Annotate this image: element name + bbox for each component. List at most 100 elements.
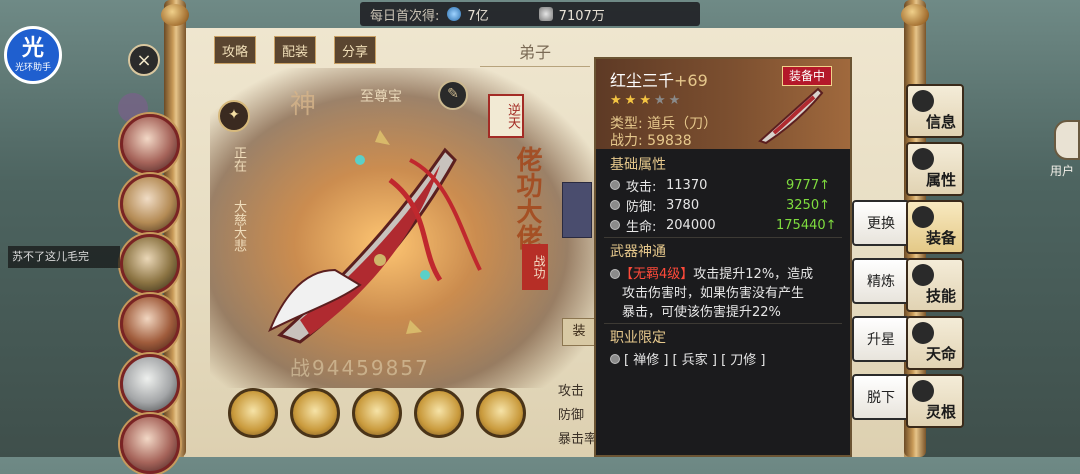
disciple-avatar-1[interactable] bbox=[120, 114, 180, 174]
tab-label: 灵根 bbox=[925, 403, 956, 421]
disciple-avatar-4[interactable] bbox=[120, 294, 180, 354]
arrow-up-icon: ↑ bbox=[819, 177, 830, 193]
filter-icon[interactable]: ✎ bbox=[438, 80, 468, 110]
helper-assistant-button[interactable]: 光 光环助手 bbox=[4, 26, 62, 84]
item-detail-card: 红尘三千+69 装备中 ★★★★★ 类型: 道兵（刀） 战力: 59838 基础… bbox=[594, 57, 852, 457]
unequip-button[interactable]: 脱下 bbox=[852, 374, 910, 420]
tab-share[interactable]: 分享 bbox=[334, 36, 376, 64]
daily-income-bar: 每日首次得: 7亿 7107万 bbox=[360, 2, 700, 26]
star-empty-icon: ★ bbox=[653, 93, 669, 108]
category-glyph: 神 bbox=[290, 90, 317, 120]
calligraphy-text: 佬功大佬 bbox=[512, 146, 542, 250]
class-limit-text: [ 禅修 ] [ 兵家 ] [ 刀修 ] bbox=[624, 353, 766, 368]
stat-label: 防御 bbox=[558, 408, 585, 423]
weapon-skill-desc: 【无羁4级】攻击提升12%，造成 攻击伤害时，如果伤害没有产生 暴击，可使该伤害… bbox=[610, 263, 842, 322]
item-name: 红尘三千+69 bbox=[610, 67, 708, 91]
star-up-button[interactable]: 升星 bbox=[852, 316, 910, 362]
arrow-up-icon: ↑ bbox=[825, 217, 837, 233]
stat-bonus: 175440 bbox=[776, 217, 826, 233]
skill-slot-5[interactable] bbox=[476, 388, 526, 438]
item-name-text: 红尘三千 bbox=[610, 71, 675, 90]
spirit-root-icon bbox=[912, 380, 934, 402]
disciple-avatar-5[interactable] bbox=[120, 354, 180, 414]
stat-bonus: 9777 bbox=[786, 177, 820, 193]
skill-text-3: 暴击，可使该伤害提升22% bbox=[622, 305, 781, 320]
disciple-avatar-2[interactable] bbox=[120, 174, 180, 234]
helper-label: 光环助手 bbox=[14, 62, 51, 73]
daily-income-label: 每日首次得: bbox=[370, 8, 440, 24]
skill-slot-4[interactable] bbox=[414, 388, 464, 438]
skill-slot-3[interactable] bbox=[352, 388, 402, 438]
base-stats-list: 攻击: 11370 9777 ↑ 防御: 3780 3250 ↑ 生命: 20400… bbox=[610, 175, 840, 235]
silver-value: 7107万 bbox=[558, 8, 605, 24]
spirit-value: 7亿 bbox=[467, 8, 489, 24]
disciple-avatar-3[interactable] bbox=[120, 234, 180, 294]
skill-slot-1[interactable] bbox=[228, 388, 278, 438]
artifact-subtitle: 至尊宝 bbox=[360, 89, 402, 105]
item-level: +69 bbox=[674, 71, 708, 90]
arrow-up-icon: ↑ bbox=[819, 197, 830, 213]
equipment-icon bbox=[912, 206, 934, 228]
skill-text-2: 攻击伤害时，如果伤害没有产生 bbox=[622, 286, 805, 301]
star-filled-icon: ★ bbox=[610, 93, 625, 108]
skill-tag: 【无羁4级】 bbox=[620, 267, 694, 282]
star-rating: ★★★★★ bbox=[610, 93, 683, 108]
equip-tab[interactable]: 装 bbox=[562, 318, 596, 346]
weapon-illustration bbox=[268, 130, 482, 344]
disciple-avatar-6[interactable] bbox=[120, 414, 180, 474]
tab-label: 装备 bbox=[925, 229, 956, 247]
tab-spirit-root[interactable]: 灵根 bbox=[906, 374, 964, 428]
class-limit-row: [ 禅修 ] [ 兵家 ] [ 刀修 ] bbox=[610, 349, 766, 368]
dungeon-banner[interactable] bbox=[562, 182, 592, 238]
stat-value: 11370 bbox=[666, 177, 708, 193]
divider bbox=[604, 237, 842, 238]
chat-snippet: 苏不了这儿毛完 bbox=[8, 246, 120, 268]
tab-loadout[interactable]: 配装 bbox=[274, 36, 316, 64]
stat-row-defense: 防御: 3780 3250 ↑ bbox=[610, 195, 840, 215]
divider bbox=[604, 323, 842, 324]
class-limit-title: 职业限定 bbox=[610, 330, 666, 346]
stat-bonus: 3250 bbox=[786, 197, 820, 213]
star-empty-icon: ★ bbox=[668, 93, 684, 108]
spirit-crystal-icon bbox=[447, 7, 462, 21]
destiny-icon bbox=[912, 322, 934, 344]
close-icon[interactable]: × bbox=[128, 44, 160, 76]
tab-skills[interactable]: 技能 bbox=[906, 258, 964, 312]
silver-icon bbox=[538, 7, 553, 21]
stat-value: 3780 bbox=[666, 197, 700, 213]
stat-label: 防御: bbox=[626, 199, 657, 215]
stat-label: 攻击 bbox=[558, 384, 585, 399]
stat-label: 暴击率 bbox=[558, 432, 598, 447]
disciple-stats: 攻击 防御 暴击率 bbox=[558, 380, 597, 452]
tab-attributes[interactable]: 属性 bbox=[906, 142, 964, 196]
stat-row-hp: 生命: 204000 175440 ↑ bbox=[610, 215, 840, 235]
stat-label: 生命: bbox=[626, 219, 657, 235]
tab-label: 信息 bbox=[925, 113, 956, 131]
equipped-badge: 装备中 bbox=[782, 66, 832, 86]
skill-slot-2[interactable] bbox=[290, 388, 340, 438]
star-filled-icon: ★ bbox=[639, 93, 654, 108]
tab-equipment[interactable]: 装备 bbox=[906, 200, 964, 254]
weapon-thumbnail-icon bbox=[758, 87, 824, 145]
refine-button[interactable]: 精炼 bbox=[852, 258, 910, 304]
base-stats-title: 基础属性 bbox=[610, 157, 666, 173]
replace-button[interactable]: 更换 bbox=[852, 200, 910, 246]
power-watermark: 战94459857 bbox=[290, 356, 430, 380]
combat-seal: 战功 bbox=[522, 244, 548, 290]
tab-guide[interactable]: 攻略 bbox=[214, 36, 256, 64]
tab-label: 天命 bbox=[925, 345, 956, 363]
user-label: 用户 bbox=[1050, 164, 1075, 178]
user-avatar-icon[interactable] bbox=[1054, 120, 1080, 160]
stat-label: 攻击: bbox=[626, 179, 657, 195]
tab-destiny[interactable]: 天命 bbox=[906, 316, 964, 370]
skill-text-1: 攻击提升12%，造成 bbox=[693, 267, 814, 282]
stat-row-attack: 攻击: 11370 9777 ↑ bbox=[610, 175, 840, 195]
tab-info[interactable]: 信息 bbox=[906, 84, 964, 138]
tab-label: 属性 bbox=[925, 171, 956, 189]
star-filled-icon: ★ bbox=[624, 93, 640, 108]
item-power: 战力: 59838 bbox=[610, 133, 692, 149]
stat-value: 204000 bbox=[666, 217, 716, 233]
attributes-icon bbox=[912, 148, 934, 170]
helper-logo: 光 bbox=[21, 35, 44, 61]
info-icon bbox=[912, 90, 934, 112]
